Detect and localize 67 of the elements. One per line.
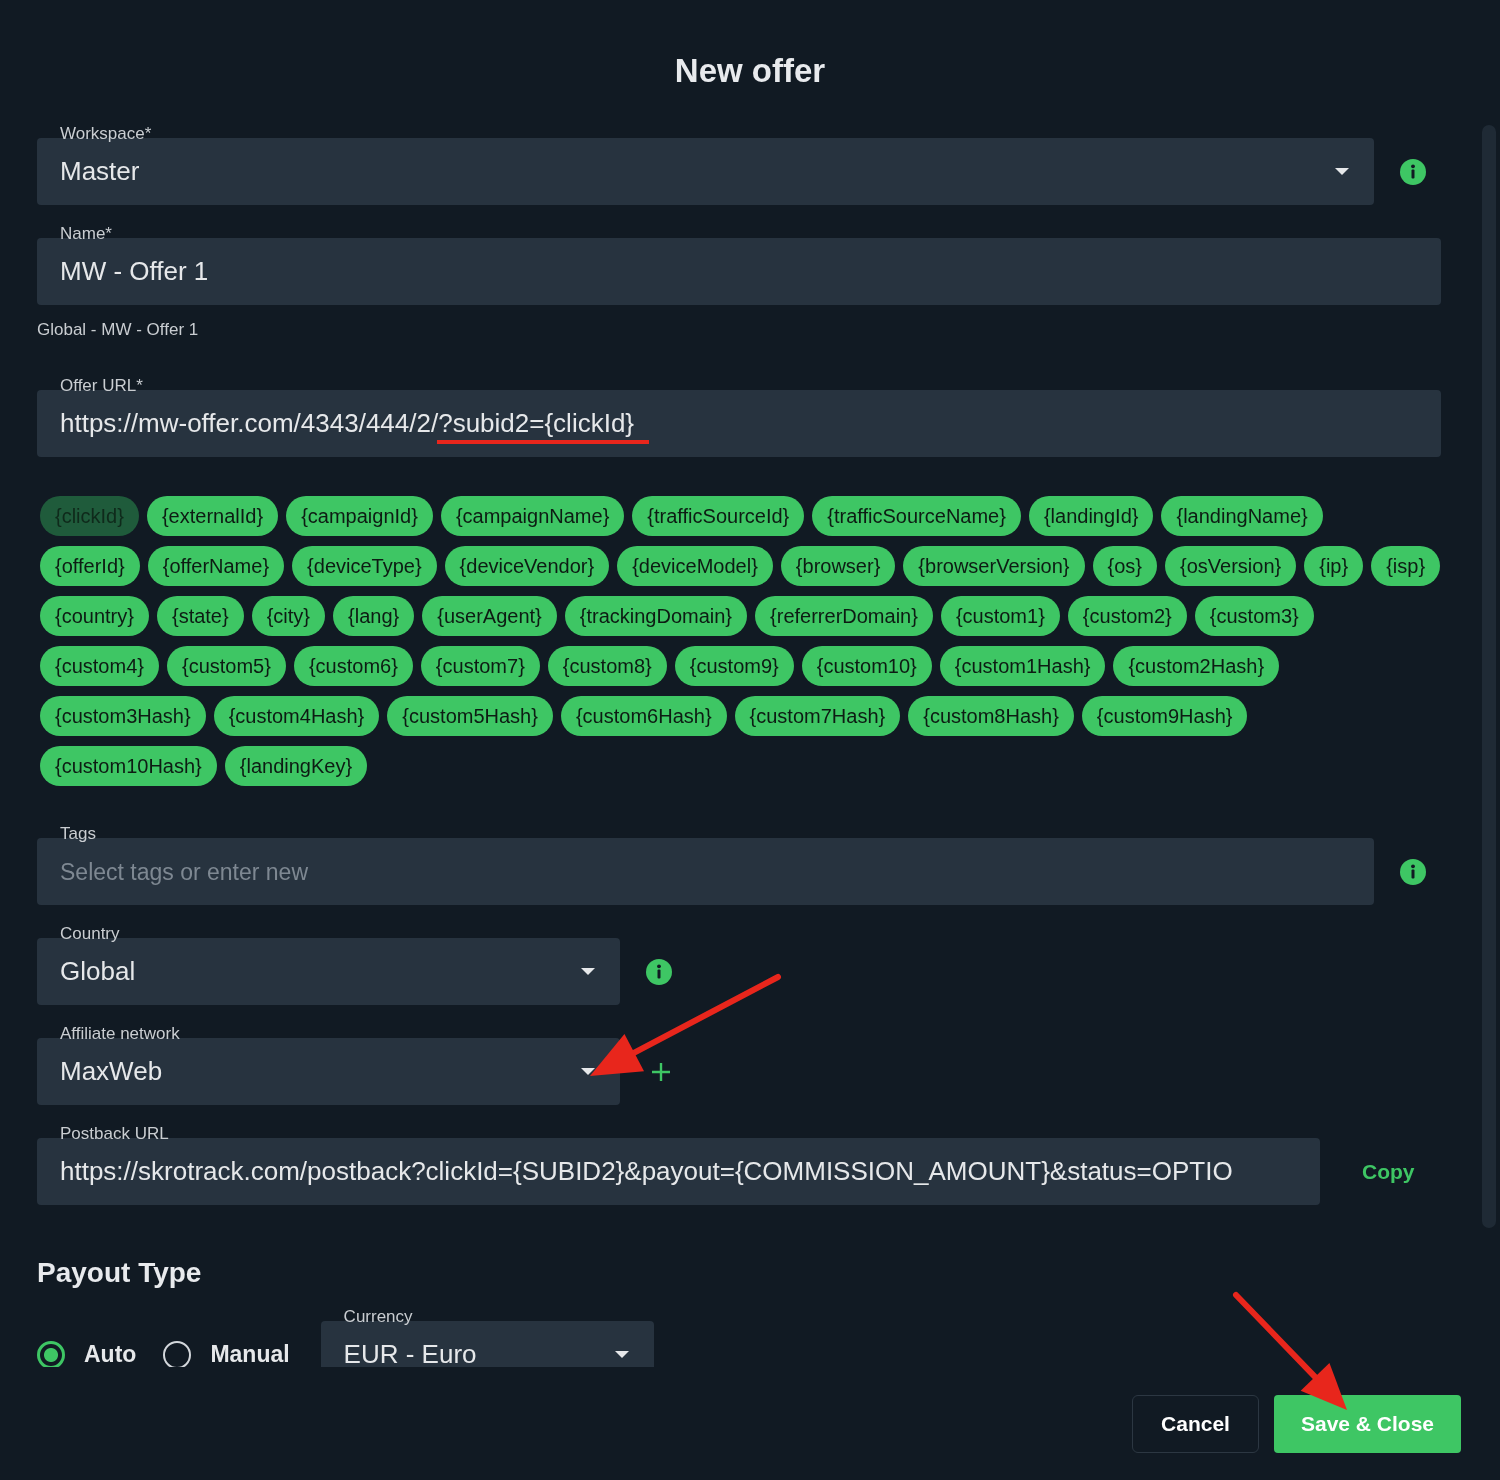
macro-chip[interactable]: {campaignId} [286,496,433,536]
macro-chip[interactable]: {custom9} [674,646,794,686]
affiliate-network-dropdown[interactable]: MaxWeb [37,1038,620,1105]
macro-chip[interactable]: {deviceType} [292,546,437,586]
macro-chip[interactable]: {custom4Hash} [213,696,380,736]
macro-chip[interactable]: {custom9Hash} [1081,696,1248,736]
macro-chip[interactable]: {custom7Hash} [734,696,901,736]
info-icon[interactable] [1400,158,1426,185]
caret-icon [581,1068,595,1075]
macro-chip[interactable]: {trafficSourceId} [632,496,805,536]
macro-chip[interactable]: {custom5} [166,646,286,686]
macro-chip[interactable]: {trafficSourceName} [812,496,1021,536]
section-heading: Payout Type [37,1257,202,1288]
cancel-button[interactable]: Cancel [1132,1395,1259,1453]
radio-option[interactable]: Manual [163,1340,290,1367]
caret-icon [614,1351,629,1358]
macro-chip[interactable]: {custom2} [1067,596,1187,636]
macro-chip[interactable]: {custom10} [801,646,932,686]
macro-chip[interactable]: {referrerDomain} [755,596,933,636]
macro-chip[interactable]: {ip} [1304,546,1364,586]
macro-chip[interactable]: {externalId} [146,496,279,536]
macro-chip[interactable]: {os} [1092,546,1157,586]
macro-chip[interactable]: {campaignName} [440,496,625,536]
macro-chip[interactable]: {city} [251,596,326,636]
macro-chip[interactable]: {deviceVendor} [444,546,610,586]
macro-chip[interactable]: {custom6Hash} [560,696,727,736]
macro-chip[interactable]: {custom10Hash} [40,746,217,786]
radio-option[interactable]: Auto [37,1340,137,1367]
macro-chip[interactable]: {custom8Hash} [908,696,1074,736]
dialog-title: New offer [674,52,826,89]
plus-icon[interactable] [652,1062,670,1081]
macro-chip[interactable]: {osVersion} [1165,546,1297,586]
macro-chip[interactable]: {isp} [1371,546,1441,586]
macro-chip[interactable]: {custom2Hash} [1113,646,1280,686]
caret-icon [581,968,595,975]
macro-chip[interactable]: {landingId} [1028,496,1154,536]
copy-button[interactable]: Copy [1362,1159,1415,1184]
postback-url-field[interactable]: https://skrotrack.com/postback?clickId={SUBID2}&payout={COMMISSION_AMOUNT}&status=OPTIO [37,1138,1320,1205]
macro-chip[interactable]: {deviceModel} [617,546,773,586]
macro-chip[interactable]: {custom3} [1194,596,1314,636]
macro-chip[interactable]: {custom8} [547,646,667,686]
name-field[interactable]: MW - Offer 1 [37,238,1441,305]
macro-chip[interactable]: {lang} [333,596,415,636]
macro-chip[interactable]: {landingKey} [224,746,368,786]
macro-chip[interactable]: {custom7} [420,646,540,686]
macro-chip[interactable]: {custom6} [293,646,413,686]
macro-chip[interactable]: {browser} [780,546,896,586]
offer-url-field[interactable]: https://mw-offer.com/4343/444/2/?subid2={clickId} [37,390,1441,457]
caret-icon [1335,168,1349,175]
macro-chip[interactable]: {userAgent} [422,596,557,636]
macro-chip[interactable]: {custom3Hash} [40,696,206,736]
macro-chip[interactable]: {browserVersion} [903,546,1085,586]
macro-chip[interactable]: {custom4} [40,646,159,686]
macro-chip[interactable]: {custom1Hash} [939,646,1106,686]
macro-chip[interactable]: {landingName} [1161,496,1323,536]
radio-circle[interactable] [37,1340,65,1367]
macro-chip[interactable]: {offerName} [147,546,285,586]
info-icon[interactable] [646,958,672,985]
macro-chip[interactable]: {offerId} [40,546,140,586]
info-icon[interactable] [1400,858,1426,885]
radio-circle[interactable] [163,1340,192,1367]
macro-chip[interactable]: {custom5Hash} [387,696,553,736]
macro-chip[interactable]: {state} [156,596,244,636]
macro-chip[interactable]: {country} [40,596,149,636]
macro-chip[interactable]: {custom1} [940,596,1060,636]
macro-chip[interactable]: {trackingDomain} [564,596,748,636]
name-hint: Global - MW - Offer 1 [37,320,199,339]
